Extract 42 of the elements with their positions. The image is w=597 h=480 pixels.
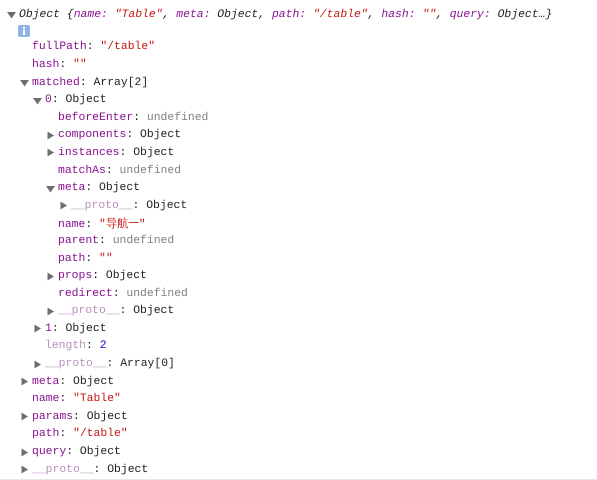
info-icon xyxy=(18,24,30,37)
property-entry: matchAs: undefined xyxy=(58,164,182,177)
property-entry: matched: Array[2] xyxy=(32,76,148,89)
property-entry: params: Object xyxy=(32,410,128,423)
property-entry: props: Object xyxy=(58,270,147,282)
property-entry: fullPath: "/table" xyxy=(32,41,156,54)
expand-arrow-icon[interactable] xyxy=(22,378,28,386)
property-entry: __proto__: Object xyxy=(32,464,148,476)
expand-arrow-icon[interactable] xyxy=(48,131,54,140)
expand-arrow-icon[interactable] xyxy=(34,360,41,368)
property-entry: name: "导航一" xyxy=(58,216,146,231)
property-entry: meta: Object xyxy=(58,182,140,194)
property-entry: beforeEnter: undefined xyxy=(58,112,208,124)
collapse-arrow-icon[interactable] xyxy=(33,98,42,104)
property-entry: parent: undefined xyxy=(58,234,174,247)
property-entry: length: 2 xyxy=(45,340,107,352)
collapse-arrow-icon[interactable] xyxy=(7,12,16,19)
expand-arrow-icon[interactable] xyxy=(22,466,28,474)
property-entry: hash: "" xyxy=(32,58,87,71)
collapse-arrow-icon[interactable] xyxy=(46,186,55,192)
property-entry: 1: Object xyxy=(45,322,107,335)
expand-arrow-icon[interactable] xyxy=(48,272,54,280)
property-entry: __proto__: Object xyxy=(71,200,188,212)
expand-arrow-icon[interactable] xyxy=(60,202,67,210)
property-entry: name: "Table" xyxy=(32,393,121,406)
property-entry: components: Object xyxy=(58,129,182,142)
collapse-arrow-icon[interactable] xyxy=(20,80,29,87)
property-entry: __proto__: Object xyxy=(58,305,174,318)
property-entry: instances: Object xyxy=(58,146,174,159)
expand-arrow-icon[interactable] xyxy=(34,324,41,333)
expand-arrow-icon[interactable] xyxy=(48,307,54,316)
property-entry: path: "/table" xyxy=(32,428,128,440)
property-entry: 0: Object xyxy=(45,94,107,106)
property-entry: meta: Object xyxy=(32,376,114,388)
expand-arrow-icon[interactable] xyxy=(22,412,28,421)
property-entry: path: "" xyxy=(58,252,113,265)
expand-arrow-icon[interactable] xyxy=(22,448,28,456)
expand-arrow-icon[interactable] xyxy=(48,148,54,157)
property-entry: __proto__: Array[0] xyxy=(45,358,175,370)
object-summary: Object {name: "Table", meta: Object, path: "/table", hash: "", query: Object…} xyxy=(19,8,552,21)
property-entry: redirect: undefined xyxy=(58,288,188,300)
property-entry: query: Object xyxy=(32,446,121,458)
